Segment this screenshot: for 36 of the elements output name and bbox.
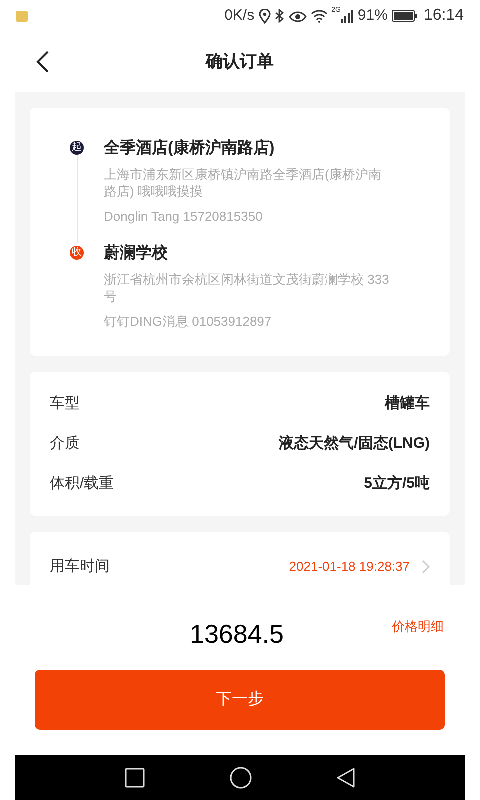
back-nav-icon[interactable] bbox=[337, 768, 355, 788]
battery-percent: 91% bbox=[358, 6, 388, 26]
stop-badge: 起 bbox=[70, 141, 84, 155]
location-icon bbox=[258, 8, 271, 24]
home-icon[interactable] bbox=[230, 766, 252, 788]
stop-badge: 收 bbox=[70, 246, 84, 260]
network-speed: 0K/s bbox=[224, 6, 255, 26]
sim-card-icon bbox=[16, 10, 28, 22]
eye-icon bbox=[288, 10, 307, 22]
signal-icon bbox=[340, 10, 354, 22]
spec-value: 液态天然气/固态(LNG) bbox=[279, 434, 430, 454]
time-value: 2021-01-18 19:28:37 bbox=[289, 558, 410, 576]
spec-label: 车型 bbox=[50, 394, 80, 414]
total-price: 13684.5 bbox=[190, 618, 284, 651]
time-label: 用车时间 bbox=[50, 556, 110, 577]
spec-value: 5立方/5吨 bbox=[364, 474, 430, 494]
time-row[interactable]: 用车时间 2021-01-18 19:28:37 bbox=[30, 532, 450, 585]
bluetooth-icon bbox=[274, 8, 285, 24]
battery-icon bbox=[392, 10, 418, 22]
next-button[interactable]: 下一步 bbox=[35, 670, 445, 730]
back-icon[interactable] bbox=[36, 51, 50, 73]
price-detail-link[interactable]: 价格明细 bbox=[392, 617, 444, 636]
spec-label: 介质 bbox=[50, 434, 80, 454]
contact-info: Donglin Tang 15720815350 bbox=[104, 208, 264, 225]
contact-info: 钉钉DING消息 01053912897 bbox=[104, 313, 273, 330]
clock: 16:14 bbox=[424, 6, 464, 26]
spec-value: 槽罐车 bbox=[385, 394, 430, 414]
wifi-icon bbox=[310, 10, 328, 22]
place-name: 全季酒店(康桥沪南路店) bbox=[104, 138, 276, 159]
spec-label: 体积/载重 bbox=[50, 474, 114, 494]
place-address: 浙江省杭州市余杭区闲林街道文茂街蔚澜学校 333号 bbox=[104, 271, 390, 305]
page-title: 确认订单 bbox=[206, 51, 274, 74]
chevron-right-icon bbox=[422, 560, 430, 574]
recent-apps-icon[interactable] bbox=[125, 768, 145, 788]
place-address: 上海市浦东新区康桥镇沪南路全季酒店(康桥沪南路店) 哦哦哦摸摸 bbox=[104, 166, 382, 200]
place-name: 蔚澜学校 bbox=[104, 243, 169, 264]
